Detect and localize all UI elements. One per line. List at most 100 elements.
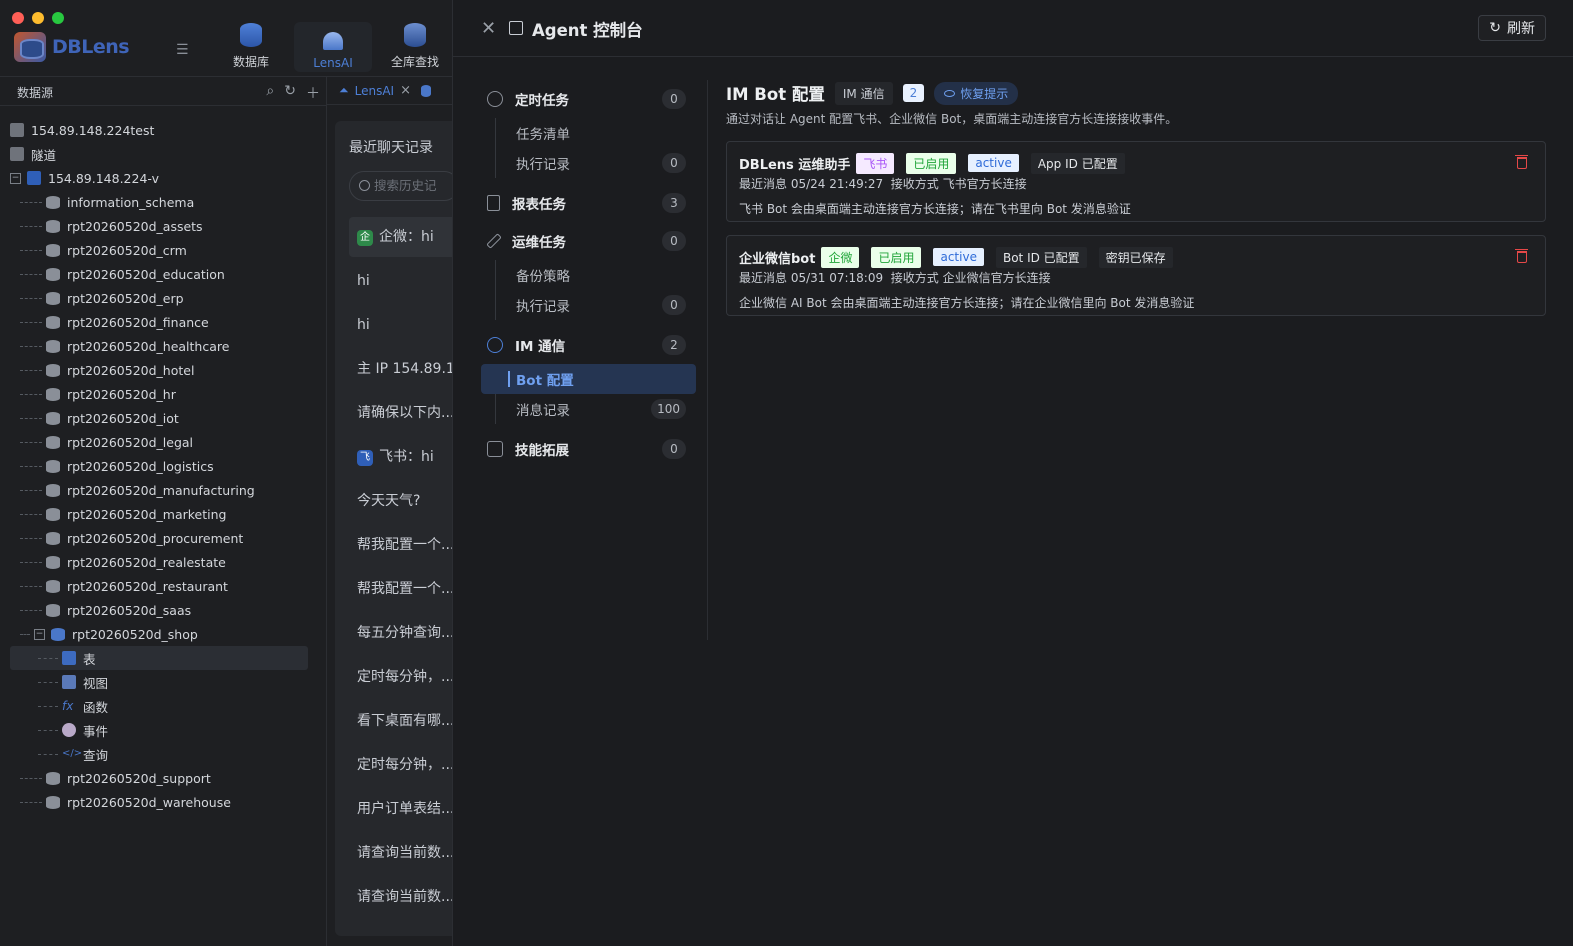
maximize-window-button[interactable] (52, 12, 64, 24)
close-icon[interactable]: ✕ (481, 18, 496, 39)
tree-database[interactable]: rpt20260520d_warehouse (10, 790, 310, 814)
top-nav: 数据库 LensAI 全库查找 (212, 22, 452, 72)
tree-database[interactable]: rpt20260520d_realestate (10, 550, 310, 574)
chat-history-item[interactable]: 请查询当前数... (349, 877, 452, 917)
nav-label: 全库查找 (390, 55, 439, 69)
chat-search-input[interactable]: 搜索历史记 (349, 171, 452, 201)
chat-history-item[interactable]: 请确保以下内... (349, 393, 452, 433)
tree-object-group[interactable]: 表 (10, 646, 308, 670)
tree-database[interactable]: rpt20260520d_marketing (10, 502, 310, 526)
delete-icon[interactable] (1515, 249, 1528, 263)
menu-task-runs[interactable]: 执行记录 0 (481, 148, 696, 178)
console-icon (509, 21, 523, 35)
chat-title: hi (357, 273, 370, 289)
tree-object-group[interactable]: </> 查询 (10, 742, 308, 766)
tree-database[interactable]: rpt20260520d_restaurant (10, 574, 310, 598)
collapse-toggle-icon[interactable]: − (34, 628, 45, 640)
chat-history-item[interactable]: 每五分钟查询... (349, 613, 452, 653)
tree-database[interactable]: rpt20260520d_support (10, 766, 310, 790)
menu-scheduled-tasks[interactable]: 定时任务 0 (481, 80, 696, 118)
tree-database[interactable]: rpt20260520d_finance (10, 310, 310, 334)
menu-ops-tasks[interactable]: 运维任务 0 (481, 222, 696, 260)
tree-server[interactable]: 隧道 (10, 142, 310, 166)
close-window-button[interactable] (12, 12, 24, 24)
tree-server[interactable]: − 154.89.148.224-v (10, 166, 310, 190)
receive-mode: 接收方式 飞书官方长连接 (890, 177, 1027, 191)
close-tab-icon[interactable]: × (400, 83, 411, 98)
chat-history-item[interactable]: hi (349, 261, 452, 301)
nav-global-search[interactable]: 全库查找 (376, 22, 452, 72)
minimize-window-button[interactable] (32, 12, 44, 24)
tree-database[interactable]: rpt20260520d_healthcare (10, 334, 310, 358)
chat-history-item[interactable]: 用户订单表结... (349, 789, 452, 829)
chat-history-item[interactable]: hi (349, 305, 452, 345)
collapse-sidebar-icon[interactable]: ☰ (176, 42, 189, 58)
tree-database[interactable]: rpt20260520d_legal (10, 430, 310, 454)
query-icon: </> (62, 748, 83, 759)
chat-history-item[interactable]: 定时每分钟，... (349, 745, 452, 785)
delete-icon[interactable] (1515, 155, 1528, 169)
tree-server[interactable]: 154.89.148.224test (10, 118, 310, 142)
tree-database[interactable]: rpt20260520d_crm (10, 238, 310, 262)
menu-task-list[interactable]: 任务清单 (481, 118, 696, 148)
tree-database[interactable]: rpt20260520d_logistics (10, 454, 310, 478)
menu-message-log[interactable]: 消息记录 100 (481, 394, 696, 424)
tab-lensai[interactable]: ⏶ LensAI × (339, 83, 411, 98)
tree-database[interactable]: rpt20260520d_saas (10, 598, 310, 622)
refresh-icon[interactable]: ↻ (284, 83, 296, 103)
restore-hint-button[interactable]: 恢复提示 (934, 81, 1019, 105)
chat-history-item[interactable]: 请查询当前数... (349, 833, 452, 873)
menu-ops-runs[interactable]: 执行记录 0 (481, 290, 696, 320)
add-icon[interactable]: ＋ (306, 83, 320, 103)
menu-skills[interactable]: 技能拓展 0 (481, 430, 696, 468)
chat-title: 飞书：hi (379, 449, 434, 465)
nav-lensai[interactable]: LensAI (294, 22, 372, 72)
chat-title: 请查询当前数... (357, 889, 452, 905)
content-header: IM Bot 配置 IM 通信 2 恢复提示 (726, 80, 1546, 106)
tree-database[interactable]: rpt20260520d_manufacturing (10, 478, 310, 502)
chat-history-item[interactable]: 企企微：hi (349, 217, 452, 257)
tree-object-group[interactable]: 视图 (10, 670, 308, 694)
tree-database[interactable]: rpt20260520d_procurement (10, 526, 310, 550)
tree-database[interactable]: rpt20260520d_assets (10, 214, 310, 238)
tree-database[interactable]: rpt20260520d_hr (10, 382, 310, 406)
function-icon: fx (62, 699, 74, 713)
tree-label: 查询 (83, 747, 109, 763)
database-icon (46, 603, 60, 617)
tree-database[interactable]: rpt20260520d_erp (10, 286, 310, 310)
tree-database[interactable]: rpt20260520d_hotel (10, 358, 310, 382)
tree-object-group[interactable]: fx 函数 (10, 694, 308, 718)
tree-label: 154.89.148.224test (31, 122, 155, 138)
menu-im[interactable]: IM 通信 2 (481, 326, 696, 364)
tree-database[interactable]: rpt20260520d_iot (10, 406, 310, 430)
menu-backup-policy[interactable]: 备份策略 (481, 260, 696, 290)
tree-database[interactable]: information_schema (10, 190, 310, 214)
collapse-toggle-icon[interactable]: − (10, 172, 21, 184)
chat-history-item[interactable]: 帮我配置一个... (349, 525, 452, 565)
tree-object-group[interactable]: 事件 (10, 718, 308, 742)
nav-database[interactable]: 数据库 (212, 22, 290, 72)
menu-report-tasks[interactable]: 报表任务 3 (481, 184, 696, 222)
database-tab-icon[interactable] (420, 84, 431, 97)
chat-title: 用户订单表结... (357, 801, 452, 817)
id-state-tag: App ID 已配置 (1030, 152, 1125, 174)
chat-history-item[interactable]: 今天天气? (349, 481, 452, 521)
tree-connector (20, 441, 42, 443)
document-icon (487, 195, 500, 211)
tree-label: 事件 (83, 723, 109, 739)
tree-database[interactable]: − rpt20260520d_shop (10, 622, 310, 646)
divider (0, 105, 326, 106)
tab-bar: ⏶ LensAI × (327, 77, 452, 105)
tree-connector (20, 345, 42, 347)
chat-history-item[interactable]: 帮我配置一个... (349, 569, 452, 609)
chat-history-item[interactable]: 看下桌面有哪... (349, 701, 452, 741)
chat-history-item[interactable]: 飞飞书：hi (349, 437, 452, 477)
chat-history-item[interactable]: 定时每分钟，... (349, 657, 452, 697)
refresh-button[interactable]: ↻ 刷新 (1478, 15, 1546, 41)
chat-history-item[interactable]: 主 IP 154.89.1... (349, 349, 452, 389)
menu-bot-config[interactable]: Bot 配置 (481, 364, 696, 394)
search-icon[interactable]: ⌕ (266, 83, 274, 103)
tree-database[interactable]: rpt20260520d_education (10, 262, 310, 286)
tree-connector (20, 321, 42, 323)
tree-label: rpt20260520d_saas (67, 602, 192, 618)
